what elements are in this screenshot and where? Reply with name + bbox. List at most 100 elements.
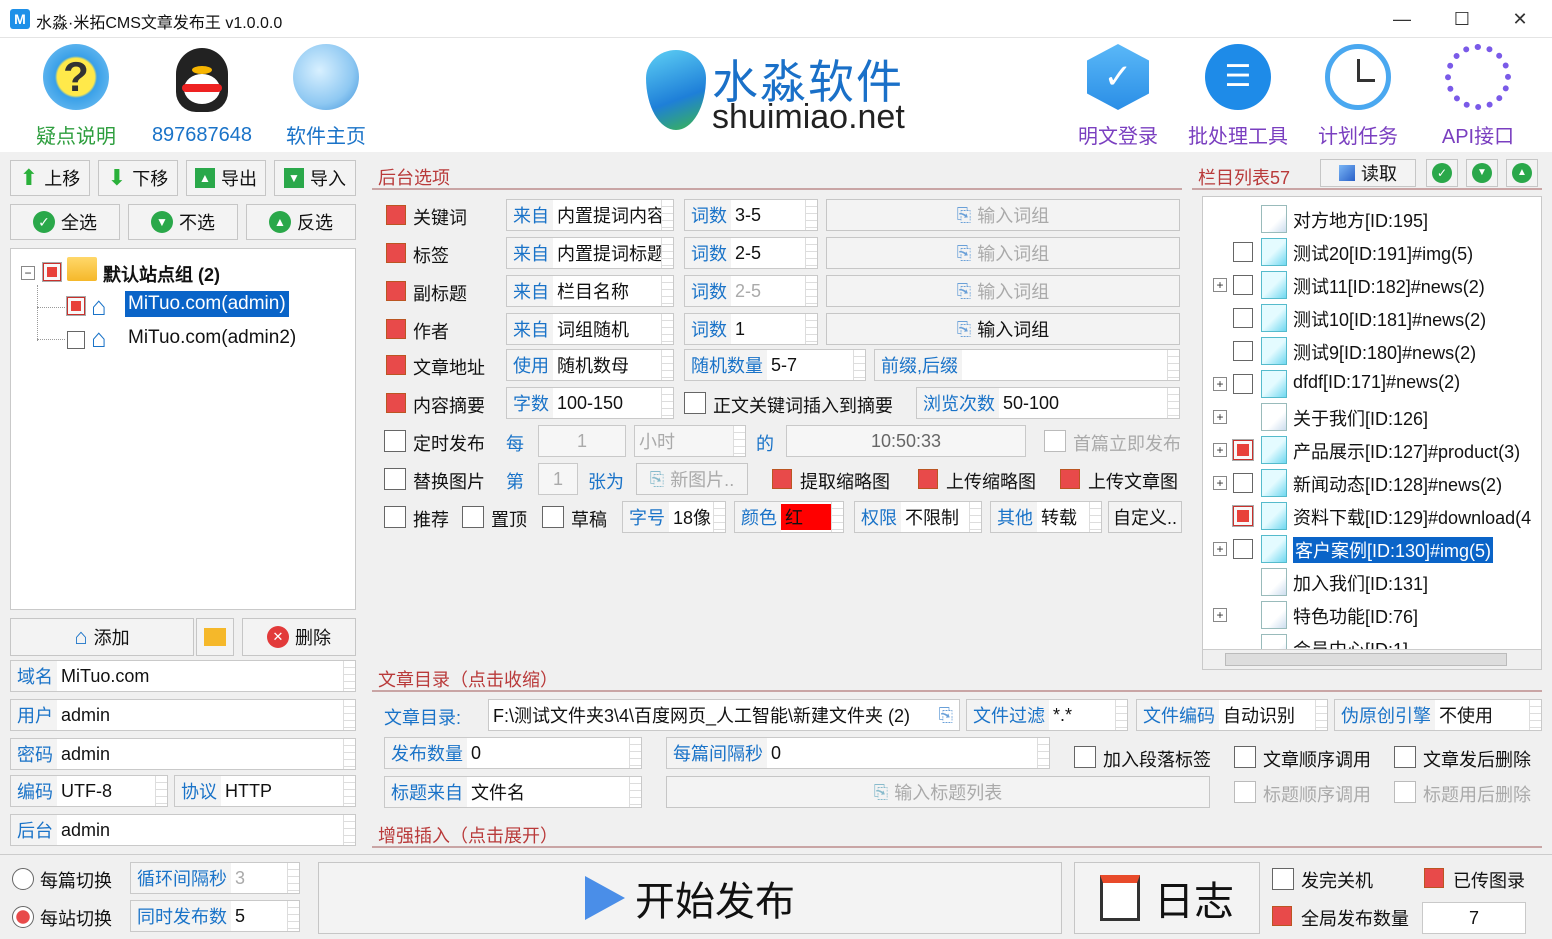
horizontal-scrollbar[interactable] <box>1203 649 1541 669</box>
qq-button[interactable]: 897687648 <box>146 44 258 147</box>
file-filter[interactable]: 文件过滤 *.* <box>966 699 1128 731</box>
api-button[interactable]: API接口 <box>1436 44 1520 149</box>
input-phrases-button[interactable]: ⎘ 输入词组 <box>826 275 1180 307</box>
add-site-button[interactable]: ⌂ 添加 <box>10 618 194 656</box>
title-delete-checkbox[interactable] <box>1394 781 1416 803</box>
loop-interval[interactable]: 循环间隔秒 3 <box>130 862 300 894</box>
column-checkbox[interactable] <box>1233 374 1253 394</box>
permission-select[interactable]: 权限 不限制 <box>854 501 982 533</box>
input-phrases-button[interactable]: ⎘ 输入词组 <box>826 237 1180 269</box>
option-word-count[interactable]: 词数 1 <box>684 313 818 345</box>
upload-thumb-checkbox[interactable] <box>918 469 938 489</box>
expand-toggle[interactable]: + <box>1213 542 1227 556</box>
summary-length[interactable]: 字数 100-150 <box>506 387 674 419</box>
time-picker[interactable]: 10:50:33 <box>786 425 1026 457</box>
import-button[interactable]: ▼ 导入 <box>274 160 356 196</box>
option-word-count[interactable]: 词数 3-5 <box>684 199 818 231</box>
delete-after-checkbox[interactable] <box>1394 746 1416 768</box>
homepage-button[interactable]: 软件主页 <box>284 44 368 149</box>
shutdown-checkbox[interactable] <box>1272 868 1294 890</box>
log-button[interactable]: 日志 <box>1074 862 1260 934</box>
global-count-checkbox[interactable] <box>1272 906 1292 926</box>
font-size-select[interactable]: 字号 18像 <box>622 501 726 533</box>
paragraph-tag-checkbox[interactable] <box>1074 746 1096 768</box>
group-checkbox[interactable] <box>42 262 62 282</box>
column-checkbox[interactable] <box>1233 242 1253 262</box>
color-select[interactable]: 颜色红 <box>734 501 844 533</box>
site-checkbox[interactable] <box>66 296 86 316</box>
site-item-selected[interactable]: MiTuo.com(admin) <box>125 291 289 317</box>
invert-button[interactable]: ▲ 反选 <box>246 204 356 240</box>
option-source-select[interactable]: 来自 内置提词内容 <box>506 199 674 231</box>
title-source-select[interactable]: 标题来自 文件名 <box>384 776 642 808</box>
expand-toggle[interactable]: + <box>1213 476 1227 490</box>
column-item[interactable]: 加入我们[ID:131] <box>1293 570 1428 596</box>
encoding-select[interactable]: 编码 UTF-8 <box>10 775 168 807</box>
article-dir-title[interactable]: 文章目录（点击收缩） <box>378 666 558 692</box>
per-article-radio[interactable] <box>12 868 34 890</box>
column-item[interactable]: 测试11[ID:182]#news(2) <box>1293 273 1485 299</box>
faq-button[interactable]: ? 疑点说明 <box>36 44 116 149</box>
export-button[interactable]: ▲ 导出 <box>186 160 266 196</box>
minimize-button[interactable]: — <box>1382 6 1422 32</box>
start-publish-button[interactable]: 开始发布 <box>318 862 1062 934</box>
pseudo-engine-select[interactable]: 伪原创引擎 不使用 <box>1334 699 1542 731</box>
option-checkbox[interactable] <box>386 243 406 263</box>
recommend-checkbox[interactable] <box>384 506 406 528</box>
collapse-toggle[interactable]: − <box>21 266 35 280</box>
first-now-checkbox[interactable] <box>1044 430 1066 452</box>
expand-toggle[interactable]: + <box>1213 608 1227 622</box>
option-source-select[interactable]: 来自 内置提词标题 <box>506 237 674 269</box>
column-checkbox[interactable] <box>1233 341 1253 361</box>
interval-seconds[interactable]: 每篇间隔秒 0 <box>666 737 1050 769</box>
summary-checkbox[interactable] <box>386 393 406 413</box>
insert-keywords-checkbox[interactable] <box>684 392 706 414</box>
column-checkbox[interactable] <box>1233 308 1253 328</box>
timed-publish-checkbox[interactable] <box>384 430 406 452</box>
custom-button[interactable]: 自定义.. <box>1108 501 1182 533</box>
column-item[interactable]: 对方地方[ID:195] <box>1293 207 1428 233</box>
columns-check-all-button[interactable]: ✓ <box>1426 159 1458 187</box>
column-item[interactable]: 测试20[ID:191]#img(5) <box>1293 240 1473 266</box>
column-item[interactable]: dfdf[ID:171]#news(2) <box>1293 372 1460 393</box>
select-all-button[interactable]: ✓ 全选 <box>10 204 120 240</box>
select-none-button[interactable]: ▼ 不选 <box>128 204 238 240</box>
column-item[interactable]: 测试9[ID:180]#news(2) <box>1293 339 1476 365</box>
sequential-call-checkbox[interactable] <box>1234 746 1256 768</box>
upload-article-image-checkbox[interactable] <box>1060 469 1080 489</box>
plain-login-button[interactable]: ✓ 明文登录 <box>1076 44 1160 149</box>
option-checkbox[interactable] <box>386 205 406 225</box>
option-source-select[interactable]: 来自 栏目名称 <box>506 275 674 307</box>
column-item[interactable]: 客户案例[ID:130]#img(5) <box>1293 537 1494 563</box>
column-checkbox[interactable] <box>1232 439 1254 461</box>
expand-toggle[interactable]: + <box>1213 410 1227 424</box>
option-word-count[interactable]: 词数 2-5 <box>684 275 818 307</box>
open-folder-button[interactable] <box>196 618 234 656</box>
columns-uncheck-button[interactable]: ▼ <box>1466 159 1498 187</box>
url-source-select[interactable]: 使用 随机数母 <box>506 349 674 381</box>
option-word-count[interactable]: 词数 2-5 <box>684 237 818 269</box>
option-checkbox[interactable] <box>386 319 406 339</box>
views-range[interactable]: 浏览次数 50-100 <box>916 387 1180 419</box>
batch-tool-button[interactable]: ☰ 批处理工具 <box>1186 44 1290 149</box>
site-item[interactable]: MiTuo.com(admin2) <box>128 327 296 349</box>
image-index[interactable]: 1 <box>538 463 578 495</box>
delete-site-button[interactable]: ✕ 删除 <box>242 618 356 656</box>
input-phrases-button[interactable]: ⎘ 输入词组 <box>826 199 1180 231</box>
column-item[interactable]: 产品展示[ID:127]#product(3) <box>1293 438 1520 464</box>
option-source-select[interactable]: 来自 词组随机 <box>506 313 674 345</box>
move-down-button[interactable]: ⬇ 下移 <box>98 160 178 196</box>
expand-toggle[interactable]: + <box>1213 278 1227 292</box>
maximize-button[interactable]: ☐ <box>1442 6 1482 32</box>
column-checkbox[interactable] <box>1233 539 1253 559</box>
column-checkbox[interactable] <box>1233 473 1253 493</box>
column-checkbox[interactable] <box>1233 275 1253 295</box>
columns-invert-button[interactable]: ▲ <box>1506 159 1538 187</box>
site-checkbox[interactable] <box>67 331 85 349</box>
concurrent-count[interactable]: 同时发布数 5 <box>130 900 300 932</box>
password-field[interactable]: 密码 admin <box>10 738 356 770</box>
option-checkbox[interactable] <box>386 281 406 301</box>
column-checkbox[interactable] <box>1232 505 1254 527</box>
new-image-button[interactable]: ⎘ 新图片.. <box>636 463 748 495</box>
file-encoding-select[interactable]: 文件编码 自动识别 <box>1136 699 1328 731</box>
